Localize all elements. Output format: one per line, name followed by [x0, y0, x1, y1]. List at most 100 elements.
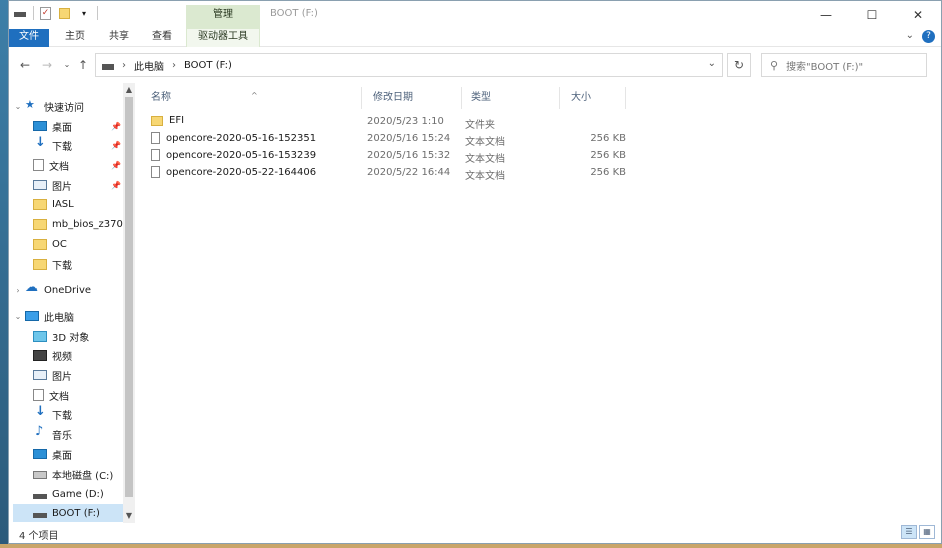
nav-item-local-disk-c[interactable]: 本地磁盘 (C:): [33, 465, 123, 483]
back-arrow-icon[interactable]: ←: [17, 57, 33, 73]
expand-ribbon-icon[interactable]: ⌄: [906, 30, 914, 43]
recent-locations-chevron-icon[interactable]: ⌄: [59, 57, 75, 73]
forward-arrow-icon[interactable]: →: [39, 57, 55, 73]
file-row[interactable]: opencore-2020-05-22-164406 2020/5/22 16:…: [151, 164, 771, 182]
nav-item-downloads[interactable]: 下载 📌: [33, 135, 123, 154]
nav-item-pictures[interactable]: 图片 📌: [33, 176, 123, 194]
drive-address-icon: [102, 64, 114, 70]
tab-home[interactable]: 主页: [55, 29, 95, 47]
nav-item-3d-objects[interactable]: 3D 对象: [33, 327, 123, 345]
file-size: 256 KB: [590, 133, 626, 144]
this-pc-icon: [25, 311, 39, 321]
nav-label: 图片: [52, 371, 72, 383]
nav-item-game-d[interactable]: Game (D:): [33, 485, 123, 503]
nav-item-pc-downloads[interactable]: 下载: [33, 404, 123, 423]
file-name-cell: opencore-2020-05-16-152351: [151, 132, 316, 144]
column-header-date[interactable]: 修改日期: [365, 87, 461, 109]
file-explorer-window: ✓ ▾ 管理 BOOT (F:) — ☐ ✕ 文件 主页 共享 查看 驱动器工具…: [8, 0, 942, 544]
tab-view[interactable]: 查看: [142, 29, 182, 47]
pin-icon: 📌: [111, 160, 121, 170]
nav-pane-scrollbar[interactable]: ▲ ▼: [123, 83, 135, 523]
nav-label: 文档: [49, 161, 69, 173]
nav-item-pc-pictures[interactable]: 图片: [33, 366, 123, 384]
expand-chevron-icon[interactable]: ⌄: [13, 102, 23, 111]
picture-icon: [33, 180, 47, 190]
nav-quick-access[interactable]: ⌄ 快速访问: [13, 97, 127, 115]
column-divider[interactable]: [625, 87, 626, 109]
search-box[interactable]: ⚲ 搜索"BOOT (F:)": [761, 53, 927, 77]
breadcrumb-boot-drive[interactable]: BOOT (F:): [184, 60, 232, 71]
file-size: 256 KB: [590, 150, 626, 161]
close-button[interactable]: ✕: [895, 1, 941, 29]
file-name-cell: EFI: [151, 115, 184, 126]
column-divider[interactable]: [461, 87, 462, 109]
item-count: 4 个项目: [19, 531, 59, 542]
nav-label: 3D 对象: [52, 332, 90, 344]
file-row[interactable]: opencore-2020-05-16-153239 2020/5/16 15:…: [151, 147, 771, 165]
toolbar-divider: [33, 6, 34, 20]
nav-item-pc-documents[interactable]: 文档: [33, 386, 123, 404]
file-date: 2020/5/23 1:10: [367, 116, 444, 127]
ribbon-right-controls: ⌄ ?: [906, 30, 935, 43]
properties-icon[interactable]: ✓: [40, 6, 51, 20]
file-type: 文本文档: [465, 171, 505, 182]
details-view-icon[interactable]: ☰: [901, 525, 917, 539]
nav-item-pc-desktop[interactable]: 桌面: [33, 445, 123, 463]
nav-item-downloads-folder[interactable]: 下载: [33, 255, 123, 273]
file-row[interactable]: opencore-2020-05-16-152351 2020/5/16 15:…: [151, 130, 771, 148]
pin-icon: 📌: [111, 140, 121, 150]
column-divider[interactable]: [559, 87, 560, 109]
nav-item-documents[interactable]: 文档 📌: [33, 156, 123, 174]
minimize-button[interactable]: —: [803, 1, 849, 29]
nav-label: 桌面: [52, 450, 72, 462]
nav-this-pc[interactable]: ⌄ 此电脑: [13, 307, 127, 325]
nav-item-iasl[interactable]: IASL: [33, 195, 123, 213]
address-bar[interactable]: › 此电脑 › BOOT (F:) ⌄: [95, 53, 723, 77]
up-arrow-icon[interactable]: ↑: [75, 57, 91, 73]
nav-label: 下载: [52, 141, 72, 153]
nav-item-mb-bios[interactable]: mb_bios_z370-: [33, 215, 123, 233]
scroll-up-arrow-icon[interactable]: ▲: [123, 85, 135, 94]
column-header-name[interactable]: 名称 ^: [143, 87, 361, 109]
nav-label: BOOT (F:): [52, 507, 100, 519]
manage-context-tab: 管理: [186, 5, 260, 29]
nav-item-videos[interactable]: 视频: [33, 346, 123, 364]
large-icons-view-icon[interactable]: ▦: [919, 525, 935, 539]
scrollbar-thumb[interactable]: [125, 97, 133, 497]
desktop-background: [0, 0, 8, 548]
refresh-button[interactable]: ↻: [727, 53, 751, 77]
expand-chevron-icon[interactable]: ⌄: [13, 312, 23, 321]
scroll-down-arrow-icon[interactable]: ▼: [123, 511, 135, 520]
maximize-button[interactable]: ☐: [849, 1, 895, 29]
nav-item-music[interactable]: 音乐: [33, 424, 123, 443]
tab-file[interactable]: 文件: [9, 29, 49, 47]
nav-onedrive[interactable]: › OneDrive: [13, 280, 127, 299]
file-row[interactable]: EFI 2020/5/23 1:10 文件夹: [151, 113, 771, 131]
column-divider[interactable]: [361, 87, 362, 109]
nav-item-oc[interactable]: OC: [33, 235, 123, 253]
column-header-size[interactable]: 大小: [563, 87, 623, 109]
tab-drive-tools[interactable]: 驱动器工具: [186, 29, 260, 47]
new-folder-icon[interactable]: [57, 6, 71, 20]
nav-label: IASL: [52, 198, 74, 210]
nav-item-boot-f[interactable]: BOOT (F:): [13, 504, 123, 522]
3d-objects-icon: [33, 330, 47, 342]
file-name-cell: opencore-2020-05-16-153239: [151, 149, 316, 161]
drive-icon: [33, 493, 47, 499]
address-dropdown-icon[interactable]: ⌄: [708, 58, 716, 69]
customize-toolbar-icon[interactable]: ▾: [77, 6, 91, 20]
breadcrumb-separator-icon[interactable]: ›: [122, 60, 126, 71]
nav-item-desktop[interactable]: 桌面 📌: [33, 117, 123, 135]
breadcrumb-this-pc[interactable]: 此电脑: [134, 58, 164, 73]
expand-chevron-icon[interactable]: ›: [13, 286, 23, 295]
text-document-icon: [151, 149, 160, 161]
help-icon[interactable]: ?: [922, 30, 935, 43]
document-icon: [33, 389, 44, 401]
breadcrumb-separator-icon[interactable]: ›: [172, 60, 176, 71]
column-header-type[interactable]: 类型: [463, 87, 559, 109]
text-document-icon: [151, 132, 160, 144]
nav-label: 快速访问: [44, 102, 84, 114]
download-icon: [33, 404, 47, 420]
file-name: opencore-2020-05-16-152351: [166, 132, 317, 144]
tab-share[interactable]: 共享: [99, 29, 139, 47]
